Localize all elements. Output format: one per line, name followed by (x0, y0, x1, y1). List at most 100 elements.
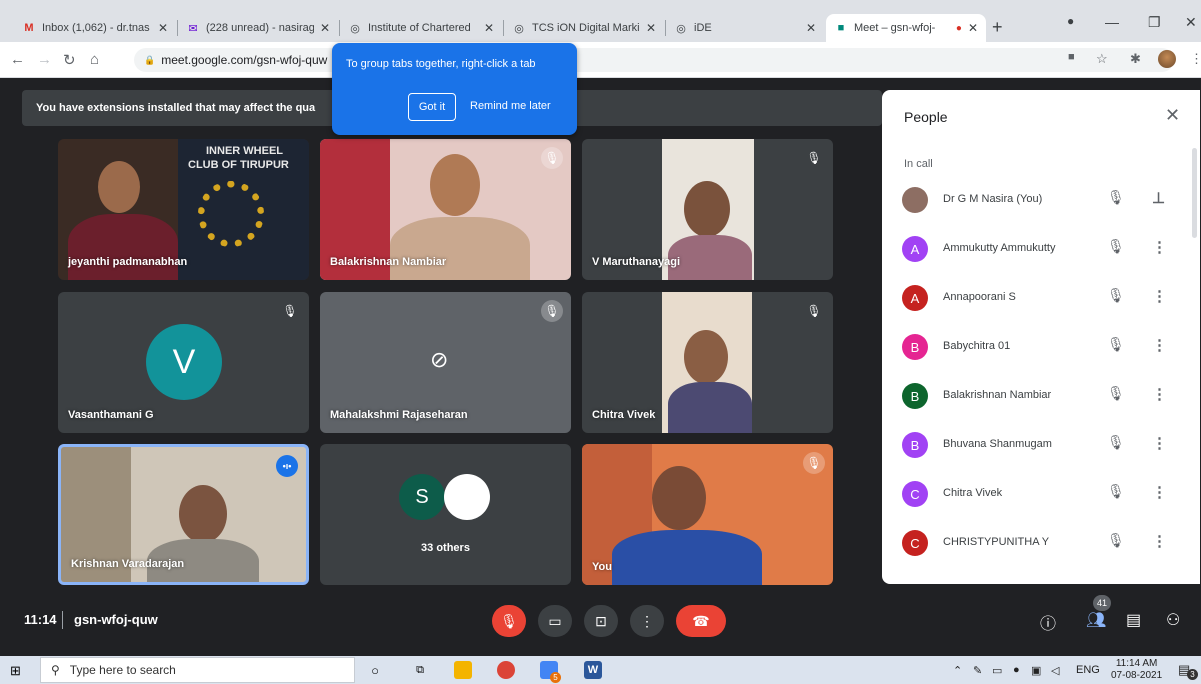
participant-row[interactable]: B Babychitra 01 🎙︎ ⋮ (882, 323, 1200, 372)
tab-unread-mail[interactable]: ✉ (228 unread) - nasirag ✕ (178, 14, 338, 42)
mic-off-icon: 🎙︎ (541, 300, 563, 322)
star-icon[interactable]: ☆ (1096, 51, 1108, 67)
more-options-icon[interactable]: ⋮ (1152, 336, 1167, 354)
participant-row[interactable]: C Chitra Vivek 🎙︎ ⋮ (882, 470, 1200, 519)
remind-later-button[interactable]: Remind me later (470, 100, 551, 112)
participant-row[interactable]: A Annapoorani S 🎙︎ ⋮ (882, 274, 1200, 323)
participant-row[interactable]: B Bhuvana Shanmugam 🎙︎ ⋮ (882, 421, 1200, 470)
video-tile-vasanthamani[interactable]: V 🎙︎ Vasanthamani G (58, 292, 309, 433)
tab-gmail-inbox[interactable]: M Inbox (1,062) - dr.tnas ✕ (14, 14, 176, 42)
activities-icon[interactable]: ⚇ (1166, 610, 1180, 630)
person-body (390, 217, 530, 280)
microphone-toggle-button[interactable]: 🎙︎ (492, 605, 526, 637)
video-tile-chitra[interactable]: 🎙︎ Chitra Vivek (582, 292, 833, 433)
participant-name: CHRISTYPUNITHA Y (943, 536, 1050, 548)
taskbar-search-box[interactable]: ⚲ Type here to search (40, 657, 355, 683)
close-icon[interactable]: ✕ (646, 21, 656, 35)
close-icon[interactable]: ✕ (158, 21, 168, 35)
more-options-icon[interactable]: ⋮ (1152, 238, 1167, 256)
avatar: B (902, 334, 928, 360)
globe-icon: ◎ (676, 22, 686, 35)
close-window-button[interactable]: ✕ (1185, 14, 1197, 31)
more-options-icon[interactable]: ⋮ (1152, 434, 1167, 452)
back-icon[interactable]: ← (10, 51, 25, 68)
minimize-button[interactable]: — (1105, 14, 1119, 30)
maximize-button[interactable]: ❐ (1148, 14, 1161, 31)
video-tile-you[interactable]: 🎙︎ You (582, 444, 833, 585)
home-icon[interactable]: ⌂ (90, 51, 99, 68)
file-explorer-icon[interactable] (454, 661, 472, 679)
participant-row[interactable]: C CHRISTYPUNITHA Y 🎙︎ ⋮ (882, 519, 1200, 568)
chrome-icon[interactable] (497, 661, 515, 679)
avatar: A (902, 285, 928, 311)
language-indicator[interactable]: ENG (1076, 664, 1100, 676)
tab-google-meet[interactable]: ■ Meet – gsn-wfoj- ● ✕ (826, 14, 986, 42)
more-options-icon[interactable]: ⋮ (1152, 532, 1167, 550)
task-view-icon[interactable]: ⧉ (411, 661, 429, 679)
present-screen-button[interactable]: ⊡ (584, 605, 618, 637)
show-hidden-icons-icon[interactable]: ⌃ (953, 664, 962, 677)
forward-icon[interactable]: → (37, 51, 52, 68)
video-tile-krishnan[interactable]: •ı• Krishnan Varadarajan (58, 444, 309, 585)
more-options-button[interactable]: ⋮ (630, 605, 664, 637)
browser-toolbar: ← → ↻ ⌂ 🔒 meet.google.com/gsn-wfoj-quw ■… (0, 42, 1201, 78)
profile-avatar[interactable] (1158, 50, 1176, 68)
tab-tcs-ion[interactable]: ◎ TCS iON Digital Markin ✕ (504, 14, 664, 42)
tab-label: (228 unread) - nasirag (206, 22, 314, 34)
participant-name: Balakrishnan Nambiar (943, 389, 1052, 401)
video-tile-maruthanayagi[interactable]: 🎙︎ V Maruthanayagi (582, 139, 833, 280)
pen-icon[interactable]: ✎ (973, 664, 982, 677)
got-it-button[interactable]: Got it (408, 93, 456, 121)
person-body (68, 214, 178, 280)
participant-row[interactable]: A Ammukutty Ammukutty 🎙︎ ⋮ (882, 225, 1200, 274)
microphone-icon[interactable]: ● (1013, 664, 1020, 676)
more-options-icon[interactable]: ⋮ (1152, 287, 1167, 305)
word-icon[interactable]: W (584, 661, 602, 679)
participant-row[interactable]: B Balakrishnan Nambiar 🎙︎ ⋮ (882, 372, 1200, 421)
close-icon[interactable]: ✕ (806, 21, 816, 35)
taskbar-clock[interactable]: 11:14 AM 07-08-2021 (1111, 658, 1162, 682)
meeting-info-icon[interactable]: ⓘ (1040, 610, 1056, 634)
cortana-icon[interactable]: ○ (366, 661, 384, 679)
close-icon[interactable]: ✕ (320, 21, 330, 35)
more-options-icon[interactable]: ⋮ (1152, 385, 1167, 403)
camera-toggle-button[interactable]: ▭ (538, 605, 572, 637)
tab-search-icon[interactable]: ● (1067, 14, 1074, 28)
tab-ide[interactable]: ◎ iDE ✕ (666, 14, 824, 42)
windows-start-icon[interactable]: ⊞ (10, 663, 21, 679)
video-tile-jeyanthi[interactable]: INNER WHEEL CLUB OF TIRUPUR jeyanthi pad… (58, 139, 309, 280)
close-icon[interactable]: ✕ (1165, 105, 1180, 126)
leave-call-button[interactable]: ☎ (676, 605, 726, 637)
participant-name: Vasanthamani G (68, 409, 154, 421)
chat-icon[interactable]: ▤ (1126, 610, 1141, 630)
camera-icon[interactable]: ■ (1068, 51, 1075, 63)
participant-name: Chitra Vivek (592, 409, 656, 421)
more-options-icon[interactable]: ⋮ (1152, 483, 1167, 501)
others-avatar-s: S (399, 474, 445, 520)
display-icon[interactable]: ▣ (1031, 664, 1041, 677)
video-tile-balakrishnan[interactable]: 🎙︎ Balakrishnan Nambiar (320, 139, 571, 280)
reload-icon[interactable]: ↻ (63, 51, 76, 69)
camera-icon: ▭ (548, 612, 562, 629)
pin-icon[interactable]: ⊥ (1152, 189, 1165, 207)
person-head (684, 181, 730, 237)
video-tile-mahalakshmi[interactable]: ⊘ 🎙︎ Mahalakshmi Rajaseharan (320, 292, 571, 433)
new-tab-button[interactable]: + (992, 17, 1003, 38)
club-text-2: CLUB OF TIRUPUR (188, 159, 289, 171)
mic-off-icon: 🎙︎ (1107, 483, 1125, 499)
address-bar[interactable]: 🔒 meet.google.com/gsn-wfoj-quw (134, 48, 1174, 72)
close-icon[interactable]: ✕ (484, 21, 494, 35)
battery-icon[interactable]: ▭ (992, 664, 1002, 677)
close-icon[interactable]: ✕ (968, 21, 978, 35)
lock-icon: 🔒 (144, 54, 156, 65)
extensions-icon[interactable]: ✱ (1130, 51, 1141, 67)
video-tile-others[interactable]: S 33 others (320, 444, 571, 585)
tab-institute[interactable]: ◎ Institute of Chartered ✕ (340, 14, 502, 42)
volume-icon[interactable]: ◁ (1051, 664, 1059, 677)
url-text: meet.google.com/gsn-wfoj-quw (161, 53, 328, 67)
participant-row[interactable]: Dr G M Nasira (You) 🎙︎ ⊥ (882, 176, 1200, 225)
people-icon[interactable]: 👥︎ (1086, 610, 1106, 630)
person-body (668, 235, 752, 280)
search-icon: ⚲ (51, 663, 60, 677)
menu-icon[interactable]: ⋮ (1190, 51, 1201, 67)
